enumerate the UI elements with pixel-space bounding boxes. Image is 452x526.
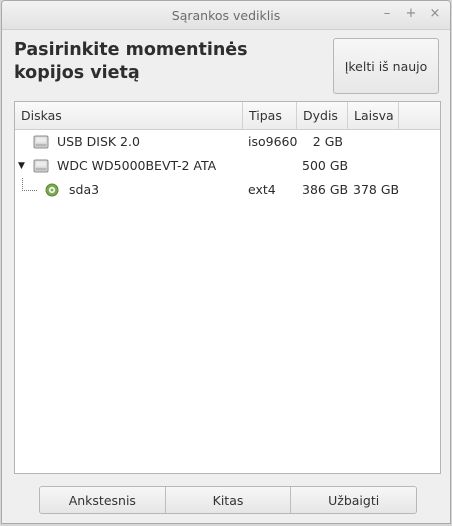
table-row[interactable]: USB DISK 2.0 iso9660 2 GB	[15, 130, 440, 154]
table-row[interactable]: ▼ WDC WD5000BEVT-2 ATA 500 GB	[15, 154, 440, 178]
page-title: Pasirinkite momentinės kopijos vietą	[14, 40, 248, 83]
disk-table: Diskas Tipas Dydis Laisva USB DISK 2.0 i…	[14, 101, 441, 474]
setup-wizard-window: Sąrankos vediklis – + × Pasirinkite mome…	[1, 0, 451, 524]
title-bar[interactable]: Sąrankos vediklis – + ×	[2, 1, 450, 30]
table-header: Diskas Tipas Dydis Laisva	[15, 102, 440, 130]
partition-size: 386 GB	[302, 182, 349, 197]
drive-icon	[33, 159, 49, 173]
column-header-type[interactable]: Tipas	[243, 102, 297, 129]
tree-connector	[22, 178, 37, 191]
disk-name: WDC WD5000BEVT-2 ATA	[57, 158, 217, 173]
drive-icon	[33, 135, 49, 149]
table-row[interactable]: sda3 ext4 386 GB 378 GB	[15, 178, 440, 202]
reload-button[interactable]: Įkelti iš naujo	[333, 38, 439, 94]
back-button[interactable]: Ankstesnis	[40, 487, 165, 513]
disk-name: USB DISK 2.0	[57, 134, 140, 149]
expander-arrow-icon[interactable]: ▼	[18, 154, 28, 178]
maximize-button[interactable]: +	[402, 5, 420, 23]
column-header-free[interactable]: Laisva	[348, 102, 399, 129]
disk-size: 500 GB	[302, 158, 349, 173]
column-header-disk[interactable]: Diskas	[15, 102, 243, 129]
disk-type: iso9660	[248, 134, 298, 149]
partition-icon	[45, 183, 59, 197]
partition-name: sda3	[69, 182, 100, 197]
column-header-filler	[399, 102, 440, 129]
minimize-button[interactable]: –	[378, 5, 396, 23]
column-header-size[interactable]: Dydis	[297, 102, 348, 129]
partition-type: ext4	[248, 182, 276, 197]
finish-button[interactable]: Užbaigti	[290, 487, 416, 513]
partition-free: 378 GB	[353, 182, 400, 197]
close-button[interactable]: ×	[426, 5, 444, 23]
disk-size: 2 GB	[312, 134, 343, 149]
next-button[interactable]: Kitas	[164, 487, 291, 513]
navigation-buttons: Ankstesnis Kitas Užbaigti	[39, 486, 417, 514]
